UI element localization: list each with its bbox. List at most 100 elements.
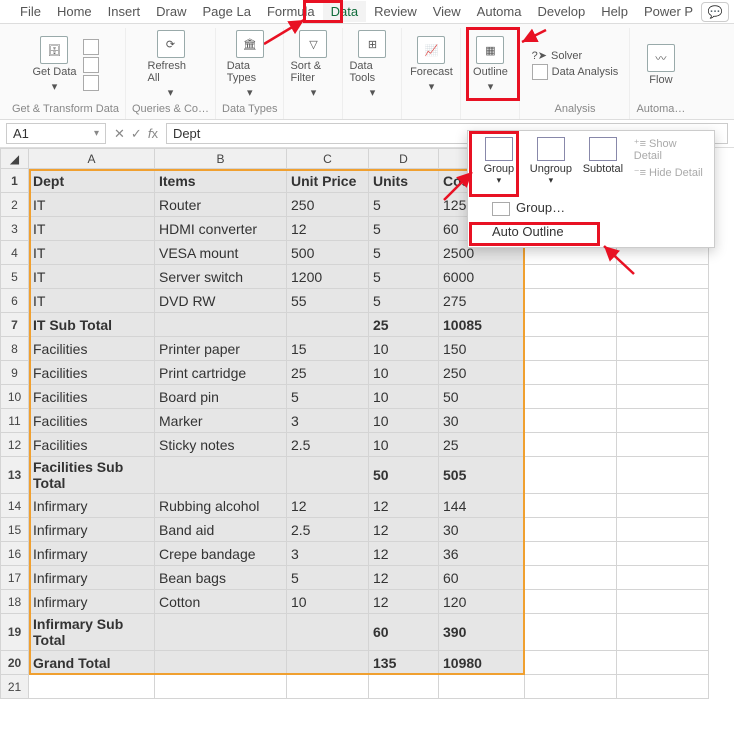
cell[interactable] [617, 289, 709, 313]
cell[interactable] [617, 542, 709, 566]
cell[interactable] [439, 675, 525, 699]
cell[interactable]: 500 [287, 241, 369, 265]
cell[interactable] [617, 433, 709, 457]
cell[interactable]: 1200 [287, 265, 369, 289]
cell[interactable]: 5 [369, 241, 439, 265]
cell[interactable]: Grand Total [29, 651, 155, 675]
row-header[interactable]: 15 [1, 518, 29, 542]
cell[interactable] [287, 313, 369, 337]
tab-page-layout[interactable]: Page La [195, 1, 259, 22]
cell[interactable]: IT [29, 193, 155, 217]
fx-icon[interactable]: fx [148, 126, 158, 142]
cell[interactable]: 12 [369, 542, 439, 566]
cell[interactable]: 10980 [439, 651, 525, 675]
comments-button[interactable]: 💬 [701, 2, 729, 22]
cell[interactable] [617, 457, 709, 494]
cell[interactable]: Infirmary Sub Total [29, 614, 155, 651]
row-header[interactable]: 4 [1, 241, 29, 265]
tab-file[interactable]: File [12, 1, 49, 22]
cell[interactable] [155, 313, 287, 337]
cell[interactable]: Facilities [29, 409, 155, 433]
flow-button[interactable]: 〰Flow [638, 44, 684, 86]
row-header[interactable]: 2 [1, 193, 29, 217]
cell[interactable] [525, 651, 617, 675]
cell[interactable]: Infirmary [29, 590, 155, 614]
cell[interactable]: Band aid [155, 518, 287, 542]
cell[interactable]: Board pin [155, 385, 287, 409]
cell[interactable] [617, 385, 709, 409]
cell[interactable]: Facilities [29, 361, 155, 385]
tab-help[interactable]: Help [593, 1, 636, 22]
cell[interactable]: 36 [439, 542, 525, 566]
cell[interactable] [617, 518, 709, 542]
cell[interactable]: Server switch [155, 265, 287, 289]
cell[interactable]: 12 [369, 494, 439, 518]
cell[interactable]: Print cartridge [155, 361, 287, 385]
cell[interactable]: 250 [439, 361, 525, 385]
cell[interactable]: 2.5 [287, 433, 369, 457]
cell[interactable]: 10 [369, 361, 439, 385]
cell[interactable]: 505 [439, 457, 525, 494]
cell[interactable] [617, 265, 709, 289]
row-header[interactable]: 8 [1, 337, 29, 361]
cell[interactable] [525, 289, 617, 313]
tab-developer[interactable]: Develop [529, 1, 593, 22]
cell[interactable] [525, 433, 617, 457]
cell[interactable]: Infirmary [29, 542, 155, 566]
solver-button[interactable]: ?➤ Solver [532, 49, 619, 62]
cell[interactable] [525, 494, 617, 518]
cell[interactable] [525, 361, 617, 385]
cell[interactable]: 5 [287, 385, 369, 409]
cell[interactable]: 3 [287, 409, 369, 433]
cell[interactable] [617, 313, 709, 337]
data-analysis-button[interactable]: Data Analysis [532, 64, 619, 80]
cell[interactable]: 390 [439, 614, 525, 651]
cell[interactable] [617, 337, 709, 361]
row-header[interactable]: 16 [1, 542, 29, 566]
get-transform-extras[interactable] [83, 39, 99, 91]
cell[interactable] [155, 457, 287, 494]
cell[interactable]: Infirmary [29, 566, 155, 590]
cell[interactable] [617, 566, 709, 590]
row-header[interactable]: 7 [1, 313, 29, 337]
cell[interactable]: Bean bags [155, 566, 287, 590]
cell[interactable] [525, 265, 617, 289]
cell[interactable]: IT Sub Total [29, 313, 155, 337]
cell[interactable] [525, 590, 617, 614]
cell[interactable]: Facilities Sub Total [29, 457, 155, 494]
row-header[interactable]: 19 [1, 614, 29, 651]
row-header[interactable]: 13 [1, 457, 29, 494]
cell[interactable]: Infirmary [29, 494, 155, 518]
cell[interactable]: Infirmary [29, 518, 155, 542]
cell[interactable]: 25 [287, 361, 369, 385]
cell[interactable]: 12 [369, 590, 439, 614]
cell[interactable]: 5 [369, 193, 439, 217]
cell[interactable]: Marker [155, 409, 287, 433]
cell[interactable]: 30 [439, 518, 525, 542]
tab-draw[interactable]: Draw [148, 1, 194, 22]
cell[interactable] [617, 590, 709, 614]
data-types-button[interactable]: 🏛Data Types▾ [227, 30, 273, 99]
tab-automate[interactable]: Automa [469, 1, 530, 22]
cell[interactable]: Cotton [155, 590, 287, 614]
row-header[interactable]: 10 [1, 385, 29, 409]
cell[interactable]: 50 [369, 457, 439, 494]
cell[interactable]: 10 [287, 590, 369, 614]
cell[interactable]: 25 [439, 433, 525, 457]
show-detail-button[interactable]: ⁺≡ Show Detail [634, 137, 704, 162]
cell[interactable]: 120 [439, 590, 525, 614]
cell[interactable] [525, 457, 617, 494]
name-box[interactable]: A1▾ [6, 123, 106, 144]
sort-filter-button[interactable]: ▽Sort & Filter▾ [290, 30, 336, 99]
row-header[interactable]: 11 [1, 409, 29, 433]
cell[interactable] [617, 675, 709, 699]
tab-view[interactable]: View [425, 1, 469, 22]
cell[interactable]: Facilities [29, 385, 155, 409]
tab-formulas[interactable]: Formula [259, 1, 323, 22]
forecast-button[interactable]: 📈Forecast▾ [408, 36, 454, 93]
row-header[interactable]: 3 [1, 217, 29, 241]
col-D[interactable]: D [369, 149, 439, 169]
cell[interactable]: 10 [369, 337, 439, 361]
cell[interactable]: 15 [287, 337, 369, 361]
header-cell[interactable]: Dept [29, 169, 155, 193]
